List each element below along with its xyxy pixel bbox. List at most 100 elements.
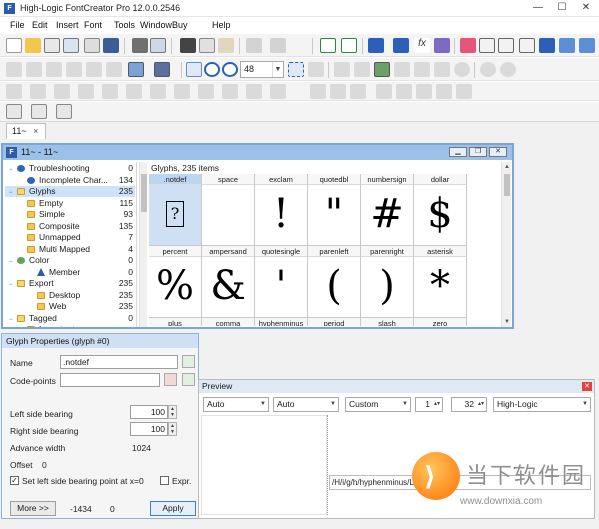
close-icon[interactable]: × [33, 126, 38, 136]
preview-glyph-list[interactable] [201, 415, 327, 515]
align-bottom-icon[interactable] [126, 84, 142, 99]
link-icon[interactable] [368, 38, 384, 53]
glyph-cell[interactable]: ampersand & [202, 246, 255, 318]
ungroup-icon[interactable] [198, 84, 214, 99]
print-icon[interactable] [132, 38, 148, 53]
glyph-name-field[interactable]: .notdef [60, 355, 178, 369]
preview-splitter[interactable] [327, 415, 328, 515]
glyph-cell[interactable]: zero [414, 318, 467, 326]
open-icon[interactable] [25, 38, 41, 53]
redo-icon[interactable] [270, 38, 286, 53]
unlink-icon[interactable] [393, 38, 409, 53]
group-icon[interactable] [174, 84, 190, 99]
refresh-name-icon[interactable] [182, 355, 195, 368]
test-icon[interactable] [579, 38, 595, 53]
grid-scrollbar[interactable]: ▲ ▼ [501, 162, 511, 327]
skew-icon[interactable] [354, 62, 370, 77]
tree-item[interactable]: Member 0 [5, 267, 135, 278]
zoom-out-icon[interactable] [222, 62, 238, 77]
new-font-icon[interactable] [6, 38, 22, 53]
glyph-cell[interactable]: percent% [149, 246, 202, 318]
mirror-icon[interactable] [394, 62, 410, 77]
validate-icon[interactable] [539, 38, 555, 53]
font-list-icon[interactable] [63, 38, 79, 53]
glyph-cell[interactable]: hyphenminus [255, 318, 308, 326]
tree-item[interactable]: − Glyphs 235 [5, 186, 135, 197]
menu-window[interactable]: Buy [172, 20, 188, 30]
menu-view[interactable]: Insert [56, 20, 79, 30]
grid-scroll-thumb[interactable] [504, 174, 510, 196]
paste-icon[interactable] [218, 38, 234, 53]
glyph-cell[interactable]: period [308, 318, 361, 326]
rsb-input[interactable]: 100 [130, 422, 168, 436]
eraser-icon[interactable] [460, 38, 476, 53]
tree-item[interactable]: Web 235 [5, 301, 135, 312]
preview-text-combo[interactable]: Custom ▼ [345, 397, 411, 412]
preview-direction-combo[interactable]: Auto ▼ [273, 397, 339, 412]
maximize-button[interactable]: ☐ [550, 0, 574, 17]
align-center-icon[interactable] [30, 84, 46, 99]
lsb-stepper[interactable]: ▲ ▼ [168, 405, 177, 419]
preview-size-1-input[interactable]: 1 ▴▾ [415, 397, 443, 412]
tree-item[interactable]: Unmapped 7 [5, 232, 135, 243]
undo-icon[interactable] [246, 38, 262, 53]
insert-character-icon[interactable] [320, 38, 336, 53]
tree-item[interactable]: Simple 93 [5, 209, 135, 220]
preview-icon[interactable] [559, 38, 575, 53]
copy-icon[interactable] [199, 38, 215, 53]
glyph-cell[interactable]: comma [202, 318, 255, 326]
forward-icon[interactable] [500, 62, 516, 77]
combine-icon[interactable] [376, 84, 392, 99]
glyph-cell[interactable]: exclam! [255, 174, 308, 246]
export-icon[interactable] [84, 38, 100, 53]
tree-item[interactable]: Empty 115 [5, 198, 135, 209]
tree-scroll-thumb[interactable] [141, 174, 147, 212]
exclude-icon[interactable] [456, 84, 472, 99]
close-icon[interactable]: ✕ [489, 147, 507, 157]
close-icon[interactable]: ✕ [582, 382, 592, 391]
outline-icon[interactable] [330, 84, 346, 99]
tree-item[interactable]: − Export 235 [5, 278, 135, 289]
apply-button[interactable]: Apply [150, 501, 196, 516]
expr-checkbox[interactable] [160, 476, 169, 485]
glyph-cell[interactable]: asterisk * [414, 246, 467, 318]
guide-icon[interactable] [6, 104, 22, 119]
cut-icon[interactable] [180, 38, 196, 53]
metrics-icon[interactable] [31, 104, 47, 119]
align-middle-icon[interactable] [102, 84, 118, 99]
tree-item[interactable]: Incomplete Char... 134 [5, 175, 135, 186]
stepper-icon[interactable]: ▴▾ [432, 398, 442, 411]
scroll-up-icon[interactable]: ▲ [502, 162, 512, 172]
rectangle-icon[interactable] [434, 62, 450, 77]
pan-icon[interactable] [186, 62, 202, 77]
distribute-icon[interactable] [150, 84, 166, 99]
scroll-down-icon[interactable]: ▼ [502, 317, 512, 327]
transform-icon[interactable] [434, 38, 450, 53]
minimize-button[interactable]: — [526, 0, 550, 17]
tree-item[interactable]: Composite 135 [5, 221, 135, 232]
contour-icon[interactable] [310, 84, 326, 99]
tree-item[interactable]: − Troubleshooting 0 [5, 163, 135, 174]
intersect-icon[interactable] [396, 84, 412, 99]
align-top-icon[interactable] [78, 84, 94, 99]
node-icon[interactable] [270, 84, 286, 99]
pen-icon[interactable] [86, 62, 102, 77]
glyph-cell[interactable]: numbersign # [361, 174, 414, 246]
zoom-glyph-icon[interactable] [308, 62, 324, 77]
refresh-codepoints-icon[interactable] [182, 373, 195, 386]
glyph-cell[interactable]: plus [149, 318, 202, 326]
zoom-fit-icon[interactable] [288, 62, 304, 77]
ellipse-icon[interactable] [454, 62, 470, 77]
glyph-cell[interactable]: space [202, 174, 255, 246]
function-icon[interactable]: fx [414, 38, 430, 53]
menu-font[interactable]: Tools [114, 20, 135, 30]
union-icon[interactable] [436, 84, 452, 99]
shape-icon[interactable] [66, 62, 82, 77]
menu-file[interactable]: File [10, 20, 25, 30]
rsb-stepper[interactable]: ▲ ▼ [168, 422, 177, 436]
rotate-icon[interactable] [334, 62, 350, 77]
glyph-cell[interactable]: quotesingle ' [255, 246, 308, 318]
renderer-combo[interactable]: High-Logic ▼ [493, 397, 591, 412]
codepoint-lookup-icon[interactable] [164, 373, 177, 386]
lasso-icon[interactable] [26, 62, 42, 77]
